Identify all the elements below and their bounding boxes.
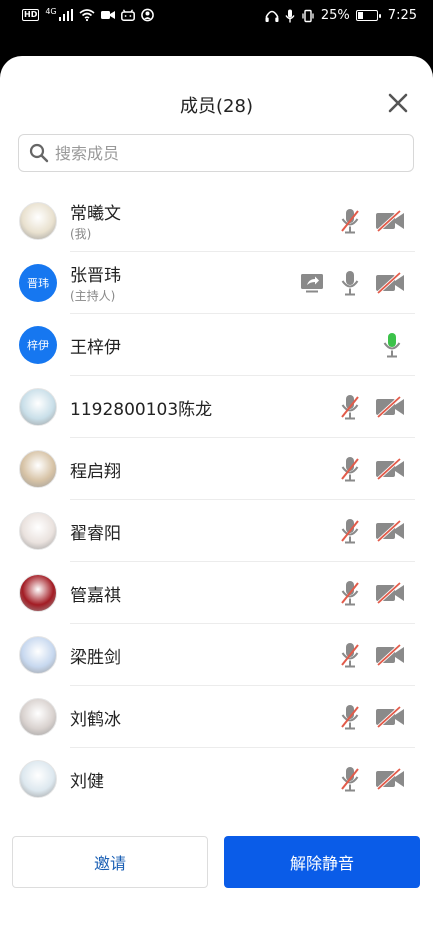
clock: 7:25 (387, 8, 417, 23)
member-list: 常曦文 (我) 晋玮 张晋玮 (主持人) 梓伊 王梓伊 1192800103陈龙 程启翔翟睿阳管… (0, 190, 433, 810)
member-role: (主持人) (70, 289, 116, 303)
camera-off-icon[interactable] (373, 579, 407, 607)
signal-icon (58, 9, 73, 21)
member-row[interactable]: 晋玮 张晋玮 (主持人) (0, 252, 433, 314)
mic-muted-icon[interactable] (335, 765, 365, 793)
photo-avatar (19, 388, 57, 426)
member-name: 1192800103陈龙 (70, 400, 213, 420)
unmute-all-button[interactable]: 解除静音 (224, 836, 420, 888)
wifi-icon (79, 9, 95, 22)
photo-avatar (19, 760, 57, 798)
vibrate-icon (302, 9, 314, 22)
camera-off-icon[interactable] (373, 269, 407, 297)
member-role: (我) (70, 227, 92, 241)
mic-muted-icon[interactable] (335, 517, 365, 545)
photo-avatar (19, 202, 57, 240)
headphones-icon (265, 10, 279, 22)
search-box[interactable] (18, 134, 414, 172)
member-row[interactable]: 梁胜剑 (0, 624, 433, 686)
camera-off-icon[interactable] (373, 703, 407, 731)
photo-avatar (19, 450, 57, 488)
member-status-icons (335, 207, 407, 235)
member-row[interactable]: 翟睿阳 (0, 500, 433, 562)
member-name: 管嘉祺 (70, 586, 121, 606)
video-call-icon (100, 11, 115, 19)
member-row[interactable]: 常曦文 (我) (0, 190, 433, 252)
photo-avatar (19, 636, 57, 674)
member-name: 张晋玮 (70, 266, 121, 286)
member-status-icons (335, 455, 407, 483)
member-status-icons (297, 269, 407, 297)
member-row[interactable]: 管嘉祺 (0, 562, 433, 624)
member-status-icons (335, 579, 407, 607)
mic-muted-icon[interactable] (335, 207, 365, 235)
network-label: 4G (45, 6, 57, 16)
search-input[interactable] (55, 143, 385, 163)
member-row[interactable]: 刘健 (0, 748, 433, 810)
screen-share-icon (297, 269, 327, 297)
hd-voice-icon: HD (22, 9, 40, 21)
battery-icon (355, 10, 381, 21)
app-notification-icon (140, 8, 154, 22)
member-name: 程启翔 (70, 462, 121, 482)
status-bar-right: 25% 7:25 (265, 8, 417, 23)
camera-off-icon[interactable] (373, 393, 407, 421)
microphone-status-icon (285, 9, 295, 22)
member-row[interactable]: 刘鹤冰 (0, 686, 433, 748)
search-icon (29, 143, 49, 163)
mic-muted-icon[interactable] (335, 579, 365, 607)
mic-muted-icon[interactable] (335, 641, 365, 669)
close-icon[interactable] (387, 92, 409, 114)
mic-speaking-icon[interactable] (377, 331, 407, 359)
initials-avatar: 梓伊 (19, 326, 57, 364)
member-status-icons (377, 331, 407, 359)
camera-off-icon[interactable] (373, 765, 407, 793)
member-status-icons (335, 765, 407, 793)
camera-off-icon[interactable] (373, 207, 407, 235)
members-sheet: 成员(28) 常曦文 (我) 晋玮张晋玮 (主持人) 梓伊王梓伊 1192800103陈龙… (0, 56, 433, 930)
member-row[interactable]: 1192800103陈龙 (0, 376, 433, 438)
photo-avatar (19, 512, 57, 550)
camera-off-icon[interactable] (373, 455, 407, 483)
initials-avatar: 晋玮 (19, 264, 57, 302)
photo-avatar (19, 698, 57, 736)
member-status-icons (335, 393, 407, 421)
mic-muted-icon[interactable] (335, 393, 365, 421)
member-name: 翟睿阳 (70, 524, 121, 544)
camera-off-icon[interactable] (373, 517, 407, 545)
mic-muted-icon[interactable] (335, 703, 365, 731)
status-bar-left: HD 4G (22, 6, 154, 22)
member-row[interactable]: 程启翔 (0, 438, 433, 500)
mic-muted-icon[interactable] (335, 455, 365, 483)
bilibili-icon (120, 9, 135, 21)
member-name: 梁胜剑 (70, 648, 121, 668)
member-name: 刘鹤冰 (70, 710, 121, 730)
member-name: 刘健 (70, 772, 104, 792)
invite-button[interactable]: 邀请 (12, 836, 208, 888)
camera-off-icon[interactable] (373, 641, 407, 669)
member-row[interactable]: 梓伊 王梓伊 (0, 314, 433, 376)
member-name: 王梓伊 (70, 338, 121, 358)
page-title: 成员(28) (180, 96, 253, 117)
photo-avatar (19, 574, 57, 612)
member-status-icons (335, 703, 407, 731)
battery-percent: 25% (320, 8, 350, 23)
status-bar: HD 4G 25% 7:25 (0, 0, 433, 32)
member-status-icons (335, 641, 407, 669)
member-name: 常曦文 (70, 204, 121, 224)
mic-icon[interactable] (335, 269, 365, 297)
member-status-icons (335, 517, 407, 545)
